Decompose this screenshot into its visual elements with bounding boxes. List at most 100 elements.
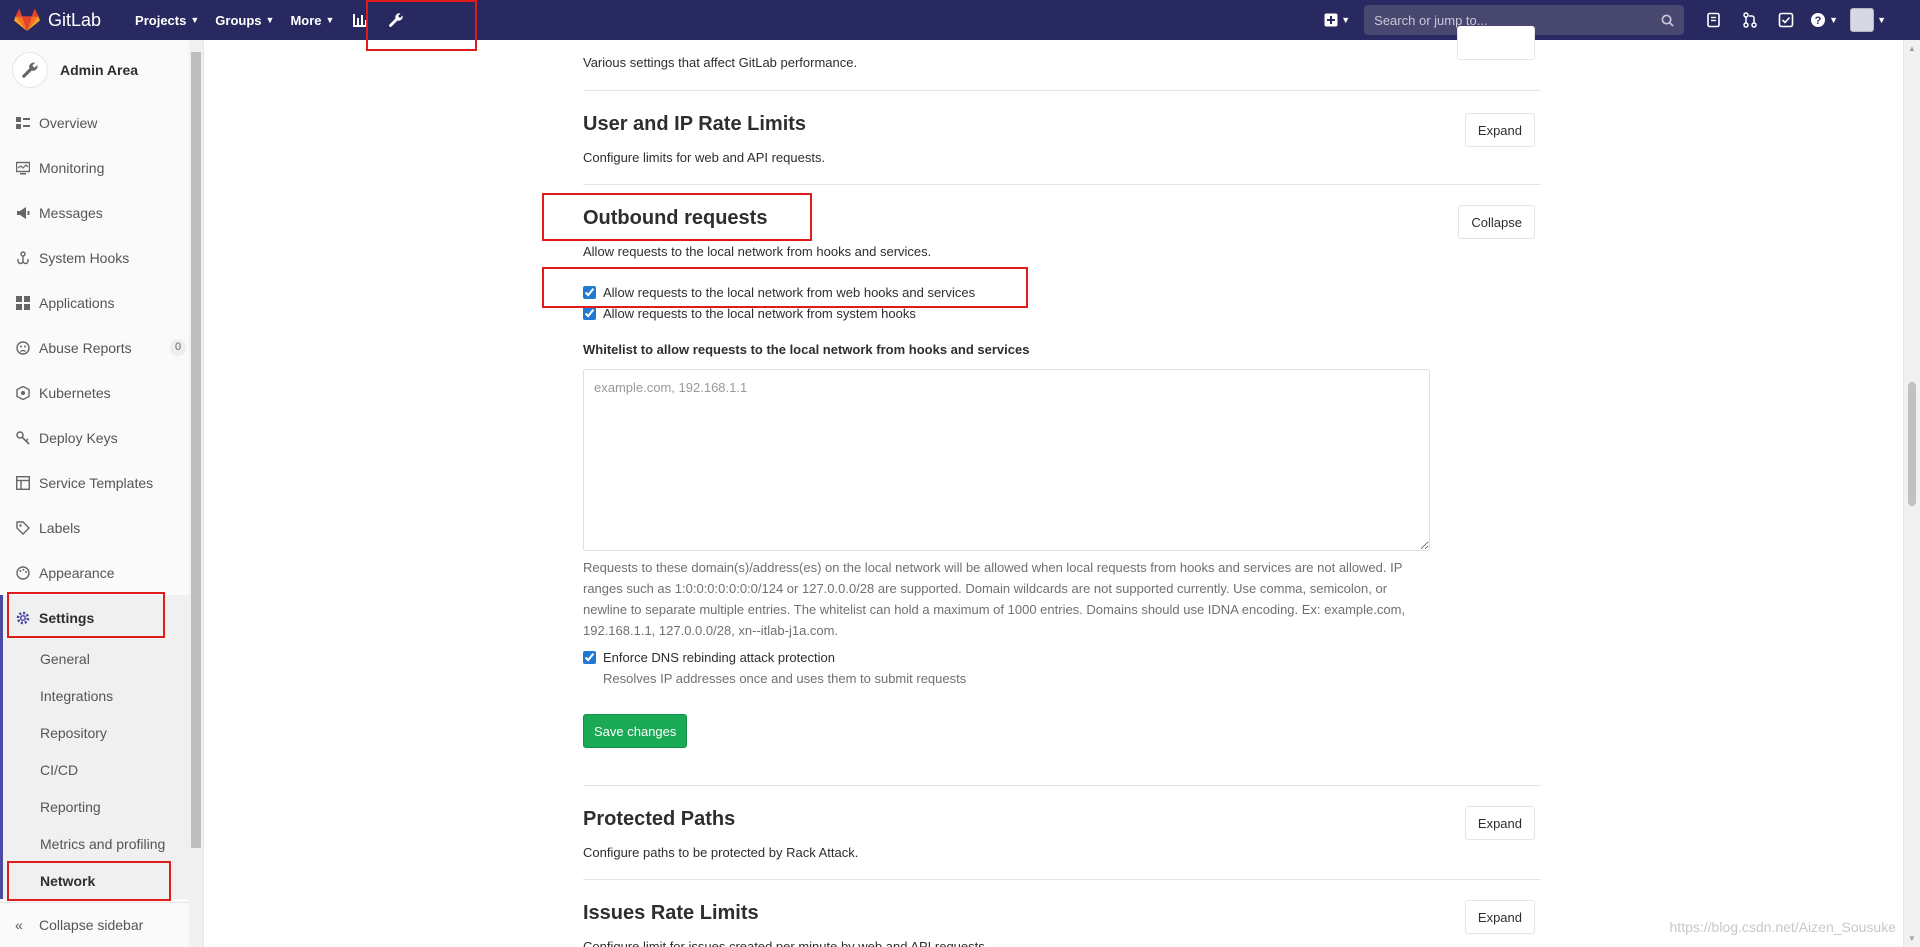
sidebar-subitem-ci-cd[interactable]: CI/CD <box>0 751 203 788</box>
sidebar-item-kubernetes[interactable]: Kubernetes <box>0 370 203 415</box>
chevron-down-icon: ▼ <box>325 15 335 25</box>
issues-icon <box>1707 12 1720 28</box>
search-icon <box>1661 14 1674 27</box>
section-outbound-requests: Outbound requests Allow requests to the … <box>583 185 1541 786</box>
sidebar-context-title: Admin Area <box>60 62 139 78</box>
sidebar-item-label: Abuse Reports <box>39 339 132 356</box>
brand-name: GitLab <box>48 9 102 30</box>
sidebar-subitem-general[interactable]: General <box>0 640 203 677</box>
user-menu-button[interactable]: ▼ <box>1844 0 1892 40</box>
performance-expand-button[interactable] <box>1457 26 1535 60</box>
performance-description: Various settings that affect GitLab perf… <box>583 55 858 70</box>
issues-rate-description: Configure limit for issues created per m… <box>583 939 989 947</box>
sidebar-subitem-metrics[interactable]: Metrics and profiling <box>0 825 203 862</box>
page-scrollbar[interactable]: ▲ ▼ <box>1903 40 1920 947</box>
chevron-down-icon: ▼ <box>265 15 275 25</box>
sidebar-scrollbar-thumb[interactable] <box>191 52 201 848</box>
merge-requests-button[interactable] <box>1732 0 1768 40</box>
gitlab-logo-icon <box>14 8 40 31</box>
activity-chart-button[interactable] <box>342 0 378 40</box>
system-hooks-checkbox-row[interactable]: Allow requests to the local network from… <box>583 306 916 321</box>
sidebar-item-label: Applications <box>39 294 115 311</box>
sidebar-subitem-repository[interactable]: Repository <box>0 714 203 751</box>
brand-link[interactable]: GitLab <box>14 0 101 40</box>
applications-icon <box>15 295 31 311</box>
sidebar-item-labels[interactable]: Labels <box>0 505 203 550</box>
label-icon <box>15 520 31 536</box>
chevron-down-icon: ▼ <box>1341 15 1351 25</box>
key-icon <box>15 430 31 446</box>
sidebar-item-service-templates[interactable]: Service Templates <box>0 460 203 505</box>
new-dropdown-button[interactable]: ▼ <box>1318 0 1356 40</box>
sidebar-context-header[interactable]: Admin Area <box>0 40 203 100</box>
messages-icon <box>15 205 31 221</box>
dns-rebinding-checkbox[interactable] <box>583 651 596 664</box>
dns-rebinding-checkbox-label: Enforce DNS rebinding attack protection <box>603 650 835 665</box>
system-hooks-checkbox[interactable] <box>583 307 596 320</box>
outbound-collapse-button[interactable]: Collapse <box>1458 205 1535 239</box>
navbar-right: ▼ Search or jump to... ? ▼ ▼ <box>1318 0 1920 40</box>
sidebar-item-applications[interactable]: Applications <box>0 280 203 325</box>
kubernetes-icon <box>15 385 31 401</box>
whitelist-label: Whitelist to allow requests to the local… <box>583 342 1030 357</box>
admin-area-button[interactable] <box>378 0 414 40</box>
web-hooks-checkbox[interactable] <box>583 286 596 299</box>
nav-more-label: More <box>290 12 322 28</box>
web-hooks-checkbox-row[interactable]: Allow requests to the local network from… <box>583 285 975 300</box>
sidebar-item-system-hooks[interactable]: System Hooks <box>0 235 203 280</box>
sidebar-item-overview[interactable]: Overview <box>0 100 203 145</box>
sidebar: Admin Area Overview Monitoring Messages … <box>0 40 204 947</box>
todo-icon <box>1778 12 1794 28</box>
watermark-text: https://blog.csdn.net/Aizen_Sousuke <box>1669 919 1896 935</box>
collapse-sidebar-button[interactable]: « Collapse sidebar <box>0 902 190 947</box>
sidebar-subitem-reporting[interactable]: Reporting <box>0 788 203 825</box>
todos-button[interactable] <box>1768 0 1804 40</box>
dns-rebinding-checkbox-row[interactable]: Enforce DNS rebinding attack protection <box>583 650 835 665</box>
sidebar-item-messages[interactable]: Messages <box>0 190 203 235</box>
outbound-title: Outbound requests <box>583 207 768 229</box>
page-scrollbar-thumb[interactable] <box>1908 382 1916 506</box>
sidebar-item-abuse-reports[interactable]: Abuse Reports 0 <box>0 325 203 370</box>
issues-rate-expand-button[interactable]: Expand <box>1464 900 1535 934</box>
whitelist-textarea[interactable] <box>583 369 1430 551</box>
sidebar-item-label: Service Templates <box>39 474 154 491</box>
sidebar-item-deploy-keys[interactable]: Deploy Keys <box>0 415 203 460</box>
chevron-down-icon: ▼ <box>1829 15 1839 25</box>
sidebar-subitem-network[interactable]: Network <box>0 862 203 899</box>
nav-projects[interactable]: Projects ▼ <box>127 0 207 40</box>
sidebar-subitem-integrations[interactable]: Integrations <box>0 677 203 714</box>
issues-button[interactable] <box>1696 0 1732 40</box>
scroll-up-arrow-icon[interactable]: ▲ <box>1908 44 1916 53</box>
protected-paths-title: Protected Paths <box>583 808 736 830</box>
sidebar-item-settings[interactable]: Settings <box>0 595 203 640</box>
rate-limits-expand-button[interactable]: Expand <box>1464 113 1535 147</box>
abuse-icon <box>15 340 31 356</box>
protected-paths-description: Configure paths to be protected by Rack … <box>583 845 859 860</box>
section-issues-rate-limits: Issues Rate Limits Configure limit for i… <box>583 880 1541 947</box>
help-icon: ? <box>1811 13 1826 27</box>
chevron-down-icon: ▼ <box>1877 15 1886 25</box>
whitelist-help-text: Requests to these domain(s)/address(es) … <box>583 560 1406 638</box>
section-performance: Various settings that affect GitLab perf… <box>583 26 1541 91</box>
nav-more[interactable]: More ▼ <box>282 0 342 40</box>
help-dropdown-button[interactable]: ? ▼ <box>1804 0 1844 40</box>
sidebar-item-monitoring[interactable]: Monitoring <box>0 145 203 190</box>
collapse-sidebar-label: Collapse sidebar <box>39 917 144 933</box>
settings-submenu: General Integrations Repository CI/CD Re… <box>0 640 203 899</box>
sidebar-scrollbar[interactable] <box>189 40 203 947</box>
nav-groups[interactable]: Groups ▼ <box>207 0 282 40</box>
top-navbar: GitLab Projects ▼ Groups ▼ More ▼ ▼ Sear… <box>0 0 1920 40</box>
wrench-icon <box>12 52 48 88</box>
scroll-down-arrow-icon[interactable]: ▼ <box>1908 934 1916 943</box>
rate-limits-title: User and IP Rate Limits <box>583 113 807 135</box>
sidebar-item-label: Messages <box>39 204 103 221</box>
save-changes-button[interactable]: Save changes <box>583 714 688 748</box>
section-rate-limits: User and IP Rate Limits Configure limits… <box>583 91 1541 185</box>
protected-paths-expand-button[interactable]: Expand <box>1464 806 1535 840</box>
sidebar-item-label: Appearance <box>39 564 115 581</box>
section-protected-paths: Protected Paths Configure paths to be pr… <box>583 786 1541 880</box>
sidebar-item-label: Settings <box>39 609 95 626</box>
settings-content: Various settings that affect GitLab perf… <box>583 26 1541 947</box>
sidebar-item-appearance[interactable]: Appearance <box>0 550 203 595</box>
monitor-icon <box>15 160 31 176</box>
